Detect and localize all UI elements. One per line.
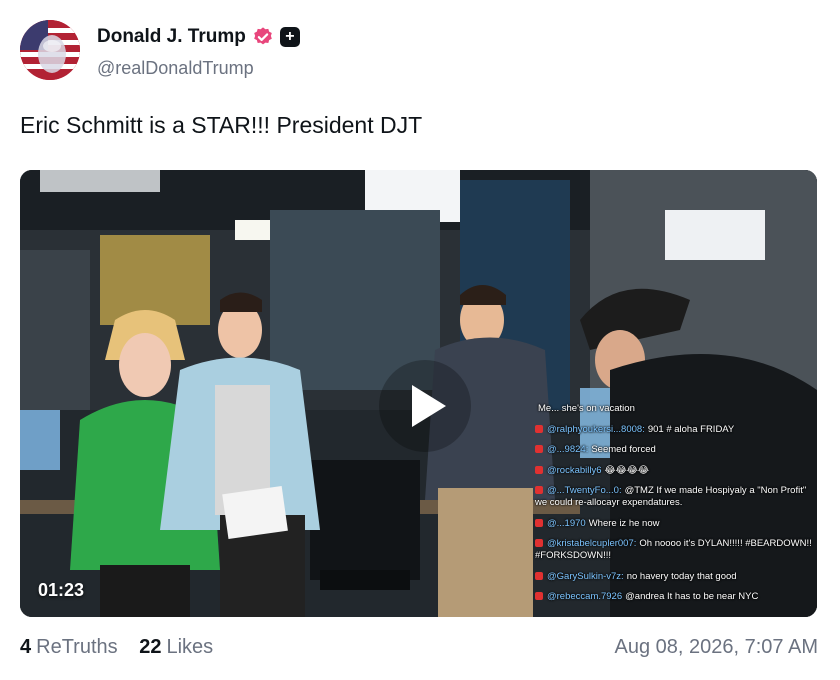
play-icon [412,385,446,427]
chat-message: Me... she's on vacation [538,403,635,414]
plus-badge-icon: + [279,27,300,47]
display-name[interactable]: Donald J. Trump [97,26,246,48]
avatar[interactable] [20,20,80,80]
post-timestamp[interactable]: Aug 08, 2026, 7:07 AM [615,636,819,659]
chat-avatar-icon [535,592,543,600]
live-chat-overlay: Me... she's on vacation @ralphyoukersi..… [535,403,815,612]
chat-avatar-icon [535,571,543,580]
chat-avatar-icon [535,486,543,494]
avatar-image [20,20,80,80]
chat-avatar-icon [535,539,543,547]
play-button[interactable] [379,360,471,452]
likes-count: 22 [139,636,162,658]
post-footer: 4 ReTruths 22 Likes Aug 08, 2026, 7:07 AM [20,636,818,659]
video-player[interactable]: Me... she's on vacation @ralphyoukersi..… [20,170,817,617]
chat-message: @ralphyoukersi...8008: 901 # aloha FRIDAY [535,424,815,436]
chat-message: @...1970 Where iz he now [535,518,815,530]
retruths-label: ReTruths [36,636,118,658]
handle[interactable]: @realDonaldTrump [97,58,254,79]
verified-badge-icon [254,27,272,45]
chat-message: @GarySulkin-v7z: no havery today that goo… [535,571,815,583]
chat-avatar-icon [535,424,543,433]
chat-message: @...9824: Seemed forced [535,444,815,456]
chat-avatar-icon [535,465,543,474]
chat-avatar-icon [535,445,543,453]
chat-message: @...TwentyFo...0: @TMZ If we made Hospiya… [535,485,807,508]
video-duration: 01:23 [38,580,85,600]
post-text: Eric Schmitt is a STAR!!! President DJT [20,112,423,138]
post-header: Donald J. Trump + @realDonaldTrump [20,20,820,82]
retruths-stat[interactable]: 4 ReTruths [20,636,118,659]
chat-message: @rebeccam.7926 @andrea It has to be near … [535,591,815,603]
retruths-count: 4 [20,636,32,658]
chat-avatar-icon [535,518,543,527]
likes-stat[interactable]: 22 Likes [139,636,213,659]
chat-message: @kristabelcupler007: Oh noooo it's DYLAN!… [535,538,812,561]
likes-label: Likes [166,636,214,658]
chat-message: @rockabilly6 😂😂😂😂 [535,465,815,477]
